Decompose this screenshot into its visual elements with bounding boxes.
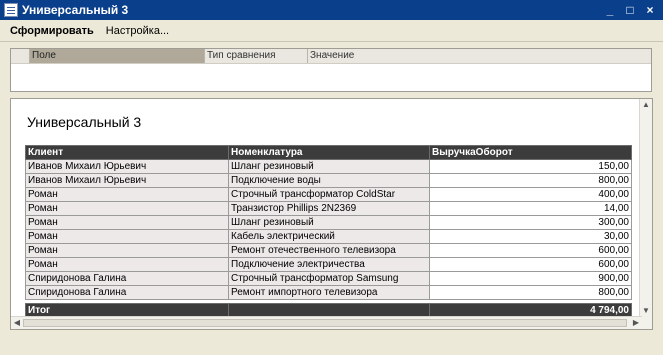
scroll-right-icon[interactable]: ▶ bbox=[630, 317, 642, 329]
filter-header: Поле Тип сравнения Значение bbox=[11, 49, 651, 64]
cell-client: Спиридонова Галина bbox=[25, 285, 229, 300]
cell-nomenclature: Шланг резиновый bbox=[228, 215, 430, 230]
report-title: Универсальный 3 bbox=[27, 114, 142, 130]
table-row[interactable]: Роман Транзистор Phillips 2N2369 14,00 bbox=[25, 201, 632, 216]
column-header-revenue: ВыручкаОборот bbox=[429, 145, 632, 160]
cell-client: Роман bbox=[25, 201, 229, 216]
cell-revenue: 600,00 bbox=[429, 257, 632, 272]
cell-client: Роман bbox=[25, 229, 229, 244]
cell-nomenclature: Строчный трансформатор Samsung bbox=[228, 271, 430, 286]
cell-nomenclature: Кабель электрический bbox=[228, 229, 430, 244]
close-icon[interactable]: × bbox=[643, 3, 657, 17]
cell-client: Роман bbox=[25, 243, 229, 258]
cell-revenue: 900,00 bbox=[429, 271, 632, 286]
table-row[interactable]: Иванов Михаил Юрьевич Шланг резиновый 150,… bbox=[25, 159, 632, 174]
filter-column-field[interactable]: Поле bbox=[30, 49, 205, 63]
maximize-icon[interactable]: □ bbox=[623, 3, 637, 17]
table-row[interactable]: Роман Подключение электричества 600,00 bbox=[25, 257, 632, 272]
window-controls: _ □ × bbox=[603, 3, 657, 17]
cell-client: Роман bbox=[25, 257, 229, 272]
cell-client: Иванов Михаил Юрьевич bbox=[25, 173, 229, 188]
settings-button[interactable]: Настройка... bbox=[100, 22, 175, 40]
vertical-scrollbar[interactable]: ▲ ▼ bbox=[639, 99, 652, 329]
table-row[interactable]: Спиридонова Галина Ремонт импортного теле… bbox=[25, 285, 632, 300]
window-titlebar: Универсальный 3 _ □ × bbox=[0, 0, 663, 20]
report-icon bbox=[4, 3, 18, 17]
scroll-left-icon[interactable]: ◀ bbox=[11, 317, 23, 329]
scroll-thumb[interactable] bbox=[23, 319, 627, 327]
table-row[interactable]: Роман Кабель электрический 30,00 bbox=[25, 229, 632, 244]
filter-check-column bbox=[11, 49, 30, 63]
cell-revenue: 600,00 bbox=[429, 243, 632, 258]
minimize-icon[interactable]: _ bbox=[603, 3, 617, 17]
cell-revenue: 400,00 bbox=[429, 187, 632, 202]
generate-button[interactable]: Сформировать bbox=[4, 22, 100, 40]
cell-revenue: 800,00 bbox=[429, 173, 632, 188]
column-header-client: Клиент bbox=[25, 145, 229, 160]
report-table: Клиент Номенклатура ВыручкаОборот Иванов… bbox=[25, 145, 632, 319]
cell-revenue: 30,00 bbox=[429, 229, 632, 244]
table-row[interactable]: Иванов Михаил Юрьевич Подключение воды 800… bbox=[25, 173, 632, 188]
cell-revenue: 300,00 bbox=[429, 215, 632, 230]
horizontal-scrollbar[interactable]: ◀ ▶ bbox=[11, 316, 642, 329]
cell-nomenclature: Подключение электричества bbox=[228, 257, 430, 272]
cell-client: Роман bbox=[25, 187, 229, 202]
cell-client: Роман bbox=[25, 215, 229, 230]
report-document[interactable]: Универсальный 3 Клиент Номенклатура Выру… bbox=[10, 98, 653, 330]
cell-nomenclature: Строчный трансформатор ColdStar bbox=[228, 187, 430, 202]
table-row[interactable]: Роман Строчный трансформатор ColdStar 400,… bbox=[25, 187, 632, 202]
filter-column-value[interactable]: Значение bbox=[308, 49, 651, 63]
toolbar: Сформировать Настройка... bbox=[0, 20, 663, 42]
cell-nomenclature: Ремонт импортного телевизора bbox=[228, 285, 430, 300]
table-row[interactable]: Роман Ремонт отечественного телевизора 600… bbox=[25, 243, 632, 258]
cell-nomenclature: Ремонт отечественного телевизора bbox=[228, 243, 430, 258]
filter-column-comparison[interactable]: Тип сравнения bbox=[205, 49, 308, 63]
column-header-nomenclature: Номенклатура bbox=[228, 145, 430, 160]
cell-revenue: 150,00 bbox=[429, 159, 632, 174]
cell-revenue: 800,00 bbox=[429, 285, 632, 300]
scroll-up-icon[interactable]: ▲ bbox=[640, 99, 652, 111]
cell-nomenclature: Шланг резиновый bbox=[228, 159, 430, 174]
table-row[interactable]: Роман Шланг резиновый 300,00 bbox=[25, 215, 632, 230]
table-row[interactable]: Спиридонова Галина Строчный трансформатор… bbox=[25, 271, 632, 286]
cell-nomenclature: Подключение воды bbox=[228, 173, 430, 188]
cell-revenue: 14,00 bbox=[429, 201, 632, 216]
status-bar bbox=[0, 338, 663, 355]
cell-client: Иванов Михаил Юрьевич bbox=[25, 159, 229, 174]
filter-table[interactable]: Поле Тип сравнения Значение bbox=[10, 48, 652, 92]
cell-client: Спиридонова Галина bbox=[25, 271, 229, 286]
cell-nomenclature: Транзистор Phillips 2N2369 bbox=[228, 201, 430, 216]
window-title: Универсальный 3 bbox=[22, 3, 129, 17]
